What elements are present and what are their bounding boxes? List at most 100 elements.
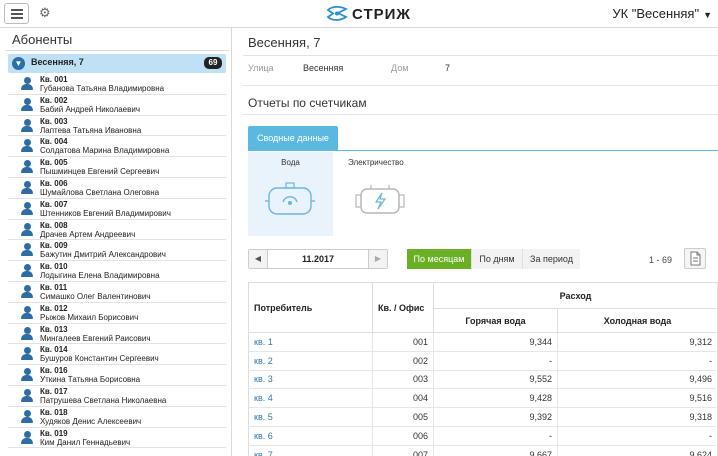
apartment-cell: 007 xyxy=(372,445,434,456)
subscriber-name: Драчев Артем Андреевич xyxy=(40,229,136,239)
list-item[interactable]: Кв. 009 Бажутин Дмитрий Александрович xyxy=(8,240,226,262)
table-row: кв. 3 003 9,552 9,496 xyxy=(248,370,718,390)
meter-water[interactable]: Вода xyxy=(248,152,333,236)
meter-label: Электричество xyxy=(348,158,404,167)
person-icon xyxy=(21,326,33,340)
apartment-number: Кв. 003 xyxy=(40,116,68,126)
list-item[interactable]: Кв. 004 Солдатова Марина Владимировна xyxy=(8,136,226,158)
list-item[interactable]: Кв. 012 Рыжов Михаил Борисович xyxy=(8,303,226,324)
apartment-number: Кв. 004 xyxy=(40,137,68,147)
cold-water-cell: - xyxy=(557,351,718,371)
list-item[interactable]: Кв. 010 Лодыгина Елена Владимировна xyxy=(8,261,226,282)
next-month-button[interactable]: ▶ xyxy=(368,250,387,268)
house-value: 7 xyxy=(445,63,451,73)
consumer-link[interactable]: кв. 6 xyxy=(248,426,373,446)
hamburger-icon xyxy=(11,9,23,11)
subscriber-name: Солдатова Марина Владимировна xyxy=(40,146,170,156)
selected-month[interactable]: 11.2017 xyxy=(269,250,367,268)
pagination-range: 1 - 69 xyxy=(649,255,673,265)
export-file-icon xyxy=(690,251,701,266)
consumer-link[interactable]: кв. 5 xyxy=(248,407,373,427)
top-bar: ⚙ СТРИЖ УК "Весенняя" ▼ xyxy=(0,0,718,28)
consumer-link[interactable]: кв. 7 xyxy=(248,445,373,456)
list-item[interactable]: Кв. 018 Худяков Денис Алексеевич xyxy=(8,407,226,428)
person-icon xyxy=(21,243,33,257)
table-row: кв. 2 002- - xyxy=(248,351,718,371)
usage-table: Потребитель Кв. / Офис Расход Горячая во… xyxy=(248,281,718,456)
mode-period-button[interactable]: За период xyxy=(522,249,580,269)
consumer-link[interactable]: кв. 1 xyxy=(248,332,373,352)
subscriber-name: Бушуров Константин Сергеевич xyxy=(40,354,159,364)
list-item[interactable]: Кв. 003 Лаптева Татьяна Ивановна xyxy=(8,116,226,137)
table-row: кв. 6 006- - xyxy=(248,426,718,446)
list-item[interactable]: Кв. 019 Ким Данил Геннадьевич xyxy=(8,428,226,449)
list-item[interactable]: Кв. 001 Губанова Татьяна Владимировна xyxy=(8,74,226,95)
cold-water-cell: 9,496 xyxy=(557,370,718,390)
person-icon xyxy=(21,77,33,90)
mode-by-day-button[interactable]: По дням xyxy=(471,249,522,269)
table-row: кв. 1 001 9,344 9,312 xyxy=(248,332,718,352)
subscriber-name: Лаптева Татьяна Ивановна xyxy=(40,125,142,135)
subscriber-name: Симашко Олег Валентинович xyxy=(40,291,151,301)
apartment-number: Кв. 006 xyxy=(40,178,68,188)
divider xyxy=(5,50,229,51)
apartment-number: Кв. 018 xyxy=(40,407,68,417)
hamburger-icon-line xyxy=(11,17,23,19)
apartment-number: Кв. 014 xyxy=(40,345,68,355)
export-button[interactable] xyxy=(684,248,706,269)
list-item[interactable]: Кв. 007 Штенников Евгений Владимирович xyxy=(8,199,226,220)
logo: СТРИЖ xyxy=(326,3,411,25)
hot-water-cell: 9,552 xyxy=(433,370,558,390)
prev-month-button[interactable]: ◀ xyxy=(249,250,268,268)
col-cold-water: Холодная вода xyxy=(557,308,718,333)
chevron-down-icon[interactable]: ▼ xyxy=(12,57,25,70)
hot-water-cell: 9,428 xyxy=(433,388,558,409)
subscriber-name: Бажутин Дмитрий Александрович xyxy=(40,250,166,260)
consumer-link[interactable]: кв. 4 xyxy=(248,388,373,409)
person-icon xyxy=(21,347,33,361)
table-row: кв. 7 007 9,667 9,624 xyxy=(248,445,718,456)
apartment-cell: 001 xyxy=(372,332,434,352)
subscriber-name: Губанова Татьяна Владимировна xyxy=(40,84,165,93)
person-icon xyxy=(21,160,33,174)
list-item[interactable]: Кв. 006 Шумайлова Светлана Олеговна xyxy=(8,178,226,199)
meter-electric[interactable]: Электричество xyxy=(333,152,418,236)
list-item[interactable]: Кв. 008 Драчев Артем Андреевич xyxy=(8,220,226,241)
list-item[interactable]: Кв. 016 Уткина Татьяна Борисовна xyxy=(8,365,226,386)
building-group[interactable]: ▼ Весенняя, 7 69 xyxy=(8,54,226,73)
person-icon xyxy=(21,139,33,153)
consumer-link[interactable]: кв. 3 xyxy=(248,370,373,390)
apartment-number: Кв. 008 xyxy=(40,220,68,230)
mode-by-month-button[interactable]: По месяцам xyxy=(407,249,471,269)
apartment-cell: 004 xyxy=(372,388,434,409)
tab-summary[interactable]: Сводные данные xyxy=(248,126,338,151)
divider xyxy=(243,85,718,86)
person-icon xyxy=(21,264,33,278)
list-item[interactable]: Кв. 002 Бабий Андрей Николаевич xyxy=(8,95,226,116)
hot-water-cell: - xyxy=(433,426,558,446)
main-content: Весенняя, 7 Улица Весенняя Дом 7 Отчеты … xyxy=(233,28,718,456)
list-item[interactable]: Кв. 014 Бушуров Константин Сергеевич xyxy=(8,344,226,366)
subscribers-panel: Абоненты ▼ Весенняя, 7 69 Кв. 001 Губанов… xyxy=(0,28,232,456)
house-label: Дом xyxy=(391,63,409,73)
list-item[interactable]: Кв. 011 Симашко Олег Валентинович xyxy=(8,282,226,303)
divider xyxy=(243,114,718,115)
apartment-number: Кв. 011 xyxy=(40,282,68,292)
organization-name: УК "Весенняя" xyxy=(612,6,700,21)
person-icon xyxy=(21,222,33,236)
subscriber-name: Штенников Евгений Владимирович xyxy=(40,208,171,218)
list-item[interactable]: Кв. 013 Мингалеев Евгений Раисович xyxy=(8,324,226,345)
subscriber-name: Уткина Татьяна Борисовна xyxy=(40,375,141,385)
apartment-number: Кв. 013 xyxy=(40,324,68,334)
col-hot-water: Горячая вода xyxy=(433,308,558,333)
cold-water-cell: 9,318 xyxy=(557,407,718,427)
organization-selector[interactable]: УК "Весенняя" ▼ xyxy=(612,6,712,21)
apartment-cell: 006 xyxy=(372,426,434,446)
menu-button[interactable] xyxy=(4,3,29,24)
list-item[interactable]: Кв. 017 Патрушева Светлана Николаевна xyxy=(8,386,226,407)
gear-icon[interactable]: ⚙ xyxy=(39,5,51,21)
person-icon xyxy=(21,388,33,402)
list-item[interactable]: Кв. 005 Пышминцев Евгений Сергеевич xyxy=(8,157,226,178)
apartment-number: Кв. 009 xyxy=(40,241,68,251)
consumer-link[interactable]: кв. 2 xyxy=(248,351,373,371)
